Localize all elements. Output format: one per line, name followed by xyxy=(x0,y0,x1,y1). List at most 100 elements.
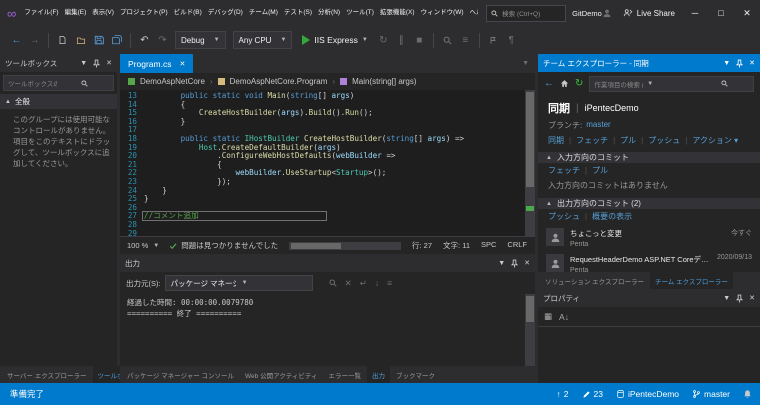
notifications-bell-icon[interactable] xyxy=(743,389,752,399)
code-line[interactable]: 27//コメント追加 xyxy=(120,211,535,221)
document-tab-programcs[interactable]: Program.cs ✕ xyxy=(120,54,194,73)
menu-item[interactable]: ウィンドウ(W) xyxy=(419,0,466,26)
chevron-down-icon[interactable]: ▼ xyxy=(723,60,730,67)
navigate-back-icon[interactable]: ← xyxy=(8,30,25,50)
indentation-indicator[interactable]: SPC xyxy=(481,240,496,251)
menu-item[interactable]: テスト(S) xyxy=(282,0,314,26)
panel-tab[interactable]: チーム エクスプローラー xyxy=(649,272,733,289)
pin-icon[interactable] xyxy=(511,259,519,268)
incoming-link[interactable]: プル xyxy=(580,165,608,176)
hot-reload-icon[interactable]: ↻ xyxy=(375,30,392,50)
open-file-icon[interactable] xyxy=(72,30,89,50)
find-message-icon[interactable] xyxy=(329,278,337,289)
action-link[interactable]: フェッチ xyxy=(564,135,608,146)
pin-icon[interactable] xyxy=(93,59,101,68)
incoming-link[interactable]: フェッチ xyxy=(548,165,580,176)
back-icon[interactable]: ← xyxy=(544,78,554,89)
editor-vertical-scrollbar[interactable] xyxy=(525,90,535,236)
toolbox-section-general[interactable]: ▲ 全般 xyxy=(0,94,117,109)
panel-tab[interactable]: パッケージ マネージャー コンソール xyxy=(122,366,239,383)
output-content[interactable]: 経過した時間: 00:00:00.0079780 ========== 終了 ==… xyxy=(120,294,535,366)
commit-item[interactable]: ちょこっと変更 今すぐ Penta xyxy=(538,224,760,250)
categorized-icon[interactable]: ▦ xyxy=(544,311,552,322)
action-link[interactable]: プッシュ xyxy=(636,135,680,146)
breadcrumb-member[interactable]: Main(string[] args) xyxy=(352,77,416,86)
chevron-down-icon[interactable]: ▼ xyxy=(80,60,87,67)
outgoing-commits-indicator[interactable]: ↑ 2 xyxy=(557,389,569,399)
chevron-down-icon[interactable]: ▼ xyxy=(498,260,505,267)
save-icon[interactable] xyxy=(90,30,107,50)
comment-icon[interactable]: ¶ xyxy=(503,30,520,50)
code-line[interactable]: 16 } xyxy=(120,117,535,127)
close-icon[interactable]: ✕ xyxy=(749,59,755,67)
maximize-button[interactable]: □ xyxy=(708,0,734,26)
platform-combo[interactable]: Any CPU ▼ xyxy=(232,31,293,49)
save-all-icon[interactable] xyxy=(108,30,125,50)
breadcrumb-type[interactable]: DemoAspNetCore.Program xyxy=(230,77,328,86)
solution-config-combo[interactable]: Debug ▼ xyxy=(175,31,226,49)
minimize-button[interactable]: ─ xyxy=(682,0,708,26)
pin-icon[interactable] xyxy=(736,59,744,68)
line-ending-indicator[interactable]: CRLF xyxy=(507,240,527,251)
output-scrollbar[interactable] xyxy=(525,294,535,366)
output-header[interactable]: 出力 ▼ ✕ xyxy=(120,254,535,272)
close-icon[interactable]: ✕ xyxy=(106,59,112,67)
live-share-button[interactable]: Live Share xyxy=(616,8,682,18)
branch-link[interactable]: master xyxy=(586,120,610,131)
home-icon[interactable] xyxy=(560,79,569,88)
messages-list-icon[interactable]: ≡ xyxy=(387,278,392,289)
menu-item[interactable]: ヘルプ(H) xyxy=(468,0,479,26)
break-all-icon[interactable]: ∥ xyxy=(393,30,410,50)
outgoing-commits-section[interactable]: ▲ 出力方向のコミット (2) xyxy=(538,198,760,209)
work-item-search-input[interactable]: 作業項目の検索 (Ctrl+^) ▼ xyxy=(589,75,754,92)
panel-tab[interactable]: ソリューション エクスプローラー xyxy=(540,272,649,289)
scrollbar-thumb[interactable] xyxy=(526,296,534,322)
action-link[interactable]: 同期 xyxy=(548,135,564,146)
solution-explorer-icon[interactable]: ≡ xyxy=(457,30,474,50)
refresh-icon[interactable]: ↻ xyxy=(575,78,583,89)
stop-icon[interactable]: ■ xyxy=(411,30,428,50)
toolbox-header[interactable]: ツールボックス ▼ ✕ xyxy=(0,54,117,72)
menu-item[interactable]: 拡張機能(X) xyxy=(378,0,417,26)
document-health-indicator[interactable]: 問題は見つかりませんでした xyxy=(169,240,278,251)
outgoing-link[interactable]: プッシュ xyxy=(548,211,580,222)
branch-indicator[interactable]: master xyxy=(692,389,730,399)
clear-output-icon[interactable]: ✕ xyxy=(345,278,352,289)
bookmark-icon[interactable] xyxy=(485,30,502,50)
panel-tab[interactable]: ブックマーク xyxy=(391,366,440,383)
sort-alphabetical-icon[interactable]: A↓ xyxy=(559,312,569,322)
code-line[interactable]: 28 xyxy=(120,220,535,230)
close-icon[interactable]: ✕ xyxy=(524,259,530,267)
navigate-forward-icon[interactable]: → xyxy=(26,30,43,50)
code-line[interactable]: 25} xyxy=(120,194,535,204)
code-editor[interactable]: 13 public static void Main(string[] args… xyxy=(120,90,535,236)
menu-item[interactable]: 表示(V) xyxy=(90,0,116,26)
start-debugging-button[interactable]: IIS Express ▼ xyxy=(296,30,373,50)
quick-search-input[interactable]: 検索 (Ctrl+Q) xyxy=(486,4,567,22)
undo-icon[interactable]: ↶ xyxy=(136,30,153,50)
new-project-icon[interactable] xyxy=(54,30,71,50)
editor-horizontal-scrollbar[interactable] xyxy=(289,241,402,250)
repository-indicator[interactable]: iPentecDemo xyxy=(616,389,679,399)
code-line[interactable]: 24 } xyxy=(120,186,535,196)
properties-header[interactable]: プロパティ ▼ ✕ xyxy=(538,289,760,307)
menu-item[interactable]: プロジェクト(P) xyxy=(118,0,170,26)
action-link[interactable]: アクション ▾ xyxy=(680,135,738,146)
menu-item[interactable]: ツール(T) xyxy=(344,0,376,26)
panel-tab[interactable]: サーバー エクスプローラー xyxy=(2,366,92,383)
close-button[interactable]: ✕ xyxy=(734,0,760,26)
redo-icon[interactable]: ↷ xyxy=(154,30,171,50)
commit-item[interactable]: RequestHeaderDemo ASP.NET Coreデモプログラムの追加… xyxy=(538,250,760,272)
outgoing-link[interactable]: 概要の表示 xyxy=(580,211,632,222)
find-in-files-icon[interactable] xyxy=(439,30,456,50)
menu-item[interactable]: ビルド(B) xyxy=(172,0,204,26)
output-source-combo[interactable]: パッケージ マネージャー ▼ xyxy=(164,275,313,291)
pin-icon[interactable] xyxy=(736,294,744,303)
code-line[interactable]: 23 }); xyxy=(120,177,535,187)
active-files-icon[interactable]: ▼ xyxy=(522,60,529,67)
feedback-person-icon[interactable] xyxy=(602,8,612,18)
team-repo-name[interactable]: iPentecDemo xyxy=(585,103,639,113)
menu-item[interactable]: 編集(E) xyxy=(63,0,89,26)
code-line[interactable]: 29 xyxy=(120,229,535,236)
breadcrumb-project[interactable]: DemoAspNetCore xyxy=(140,77,205,86)
